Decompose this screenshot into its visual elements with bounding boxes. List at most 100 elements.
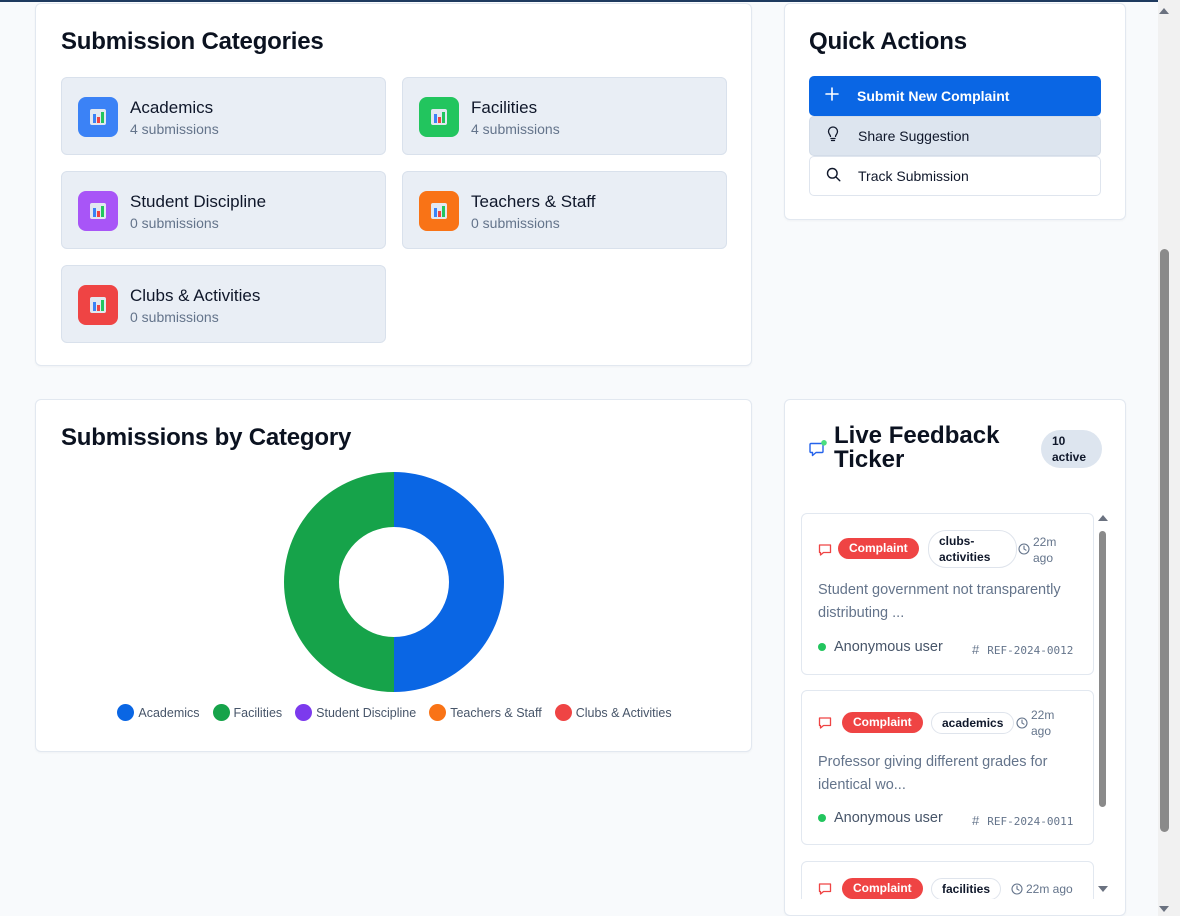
donut-slice-facilities[interactable] xyxy=(284,472,394,692)
scroll-thumb[interactable] xyxy=(1160,249,1169,832)
online-dot xyxy=(818,814,826,822)
category-name: Clubs & Activities xyxy=(130,286,261,305)
category-name: Student Discipline xyxy=(130,192,267,211)
scroll-up-arrow[interactable] xyxy=(1098,515,1108,521)
legend-item[interactable]: Teachers & Staff xyxy=(429,704,542,721)
feedback-text: Student government not transparently dis… xyxy=(818,582,1061,621)
lightbulb-icon xyxy=(826,126,840,146)
message-icon xyxy=(818,544,832,556)
legend-swatch xyxy=(554,704,572,721)
category-count: 4 submissions xyxy=(471,121,560,137)
live-feedback-ticker-card: Live Feedback Ticker 10 active Complaint… xyxy=(784,399,1126,916)
category-name: Academics xyxy=(130,98,214,117)
category-teachers-staff[interactable]: Teachers & Staff 0 submissions xyxy=(402,171,727,249)
ticker-title: Live Feedback Ticker xyxy=(834,422,1000,473)
submission-categories-card: Submission Categories Academics 4 submis… xyxy=(35,3,752,366)
time-ago: 22m ago xyxy=(1033,535,1057,565)
feed-item[interactable]: Complaint academics 22m ago Professor gi… xyxy=(801,690,1094,845)
share-suggestion-button[interactable]: Share Suggestion xyxy=(809,116,1101,156)
legend-swatch xyxy=(212,704,230,721)
message-icon xyxy=(818,717,832,729)
suggest-label: Share Suggestion xyxy=(858,128,970,144)
category-name: Facilities xyxy=(471,98,538,117)
chart-icon xyxy=(78,285,118,325)
quick-actions-card: Quick Actions Submit New Complaint Share… xyxy=(784,3,1126,220)
page-scrollbar[interactable] xyxy=(1158,0,1180,916)
category-student-discipline[interactable]: Student Discipline 0 submissions xyxy=(61,171,386,249)
category-count: 0 submissions xyxy=(471,215,560,231)
chart-icon xyxy=(78,191,118,231)
track-label: Track Submission xyxy=(858,168,969,184)
quick-actions-title: Quick Actions xyxy=(809,28,967,55)
track-submission-button[interactable]: Track Submission xyxy=(809,156,1101,196)
reference-line: # REF-2024-0012 xyxy=(972,642,1073,657)
category-badge: facilities xyxy=(931,878,1002,899)
scroll-down-arrow[interactable] xyxy=(1098,886,1108,892)
donut-chart xyxy=(284,472,504,692)
reference-id: REF-2024-0012 xyxy=(987,644,1074,657)
legend-label: Teachers & Staff xyxy=(450,705,542,720)
submissions-chart-card: Submissions by Category Academics Facilit… xyxy=(35,399,752,752)
chart-title: Submissions by Category xyxy=(61,424,352,451)
submit-label: Submit New Complaint xyxy=(857,88,1010,104)
legend-label: Student Discipline xyxy=(316,705,417,720)
legend-label: Facilities xyxy=(233,705,283,720)
clock-icon xyxy=(1016,717,1028,729)
legend-swatch xyxy=(117,704,135,721)
online-dot xyxy=(818,643,826,651)
message-icon xyxy=(818,883,832,895)
chart-icon xyxy=(419,97,459,137)
complaint-badge: Complaint xyxy=(842,712,923,733)
top-border xyxy=(0,0,1180,2)
scroll-thumb[interactable] xyxy=(1099,531,1106,807)
reference-id: REF-2024-0011 xyxy=(987,815,1074,828)
feed-scrollbar[interactable] xyxy=(1097,513,1108,899)
user-line: Anonymous user xyxy=(818,639,943,655)
scroll-up-arrow[interactable] xyxy=(1159,8,1169,14)
time-ago: 22m ago xyxy=(1026,882,1073,896)
reference-line: # REF-2024-0011 xyxy=(972,813,1073,828)
chart-legend: Academics Facilities Student Discipline Tea… xyxy=(36,704,753,721)
message-icon xyxy=(809,440,827,457)
user-line: Anonymous user xyxy=(818,810,943,826)
hash-icon: # xyxy=(972,642,980,657)
search-icon xyxy=(826,167,841,186)
feedback-text: Professor giving different grades for id… xyxy=(818,754,1048,793)
categories-title: Submission Categories xyxy=(61,28,324,55)
category-name: Teachers & Staff xyxy=(471,192,596,211)
time-ago: 22m ago xyxy=(1031,708,1055,738)
clock-icon xyxy=(1011,883,1023,895)
donut-slice-academics[interactable] xyxy=(394,472,504,692)
plus-icon xyxy=(825,87,839,105)
hash-icon: # xyxy=(972,813,980,828)
category-badge: academics xyxy=(931,712,1015,734)
legend-label: Clubs & Activities xyxy=(575,705,672,720)
legend-swatch xyxy=(429,704,447,721)
category-clubs-activities[interactable]: Clubs & Activities 0 submissions xyxy=(61,265,386,343)
legend-item[interactable]: Facilities xyxy=(212,704,283,721)
chart-icon xyxy=(78,97,118,137)
scroll-down-arrow[interactable] xyxy=(1159,906,1169,912)
chart-icon xyxy=(419,191,459,231)
legend-item[interactable]: Clubs & Activities xyxy=(554,704,672,721)
feed-item[interactable]: Complaint clubs-activities 22m ago Stude… xyxy=(801,513,1094,675)
clock-icon xyxy=(1018,543,1030,555)
category-count: 4 submissions xyxy=(130,121,219,137)
legend-item[interactable]: Academics xyxy=(117,704,200,721)
category-facilities[interactable]: Facilities 4 submissions xyxy=(402,77,727,155)
active-count-badge: 10 active xyxy=(1041,430,1102,468)
category-count: 0 submissions xyxy=(130,309,219,325)
user-name: Anonymous user xyxy=(834,639,943,655)
feedback-feed[interactable]: Complaint clubs-activities 22m ago Stude… xyxy=(801,513,1097,899)
category-count: 0 submissions xyxy=(130,215,219,231)
category-badge: clubs-activities xyxy=(928,530,1017,568)
category-academics[interactable]: Academics 4 submissions xyxy=(61,77,386,155)
legend-item[interactable]: Student Discipline xyxy=(295,704,416,721)
legend-swatch xyxy=(295,704,313,721)
complaint-badge: Complaint xyxy=(838,538,919,559)
submit-new-complaint-button[interactable]: Submit New Complaint xyxy=(809,76,1101,116)
legend-label: Academics xyxy=(138,705,200,720)
feed-item[interactable]: Complaint facilities 22m ago xyxy=(801,861,1094,899)
user-name: Anonymous user xyxy=(834,810,943,826)
complaint-badge: Complaint xyxy=(842,878,923,899)
